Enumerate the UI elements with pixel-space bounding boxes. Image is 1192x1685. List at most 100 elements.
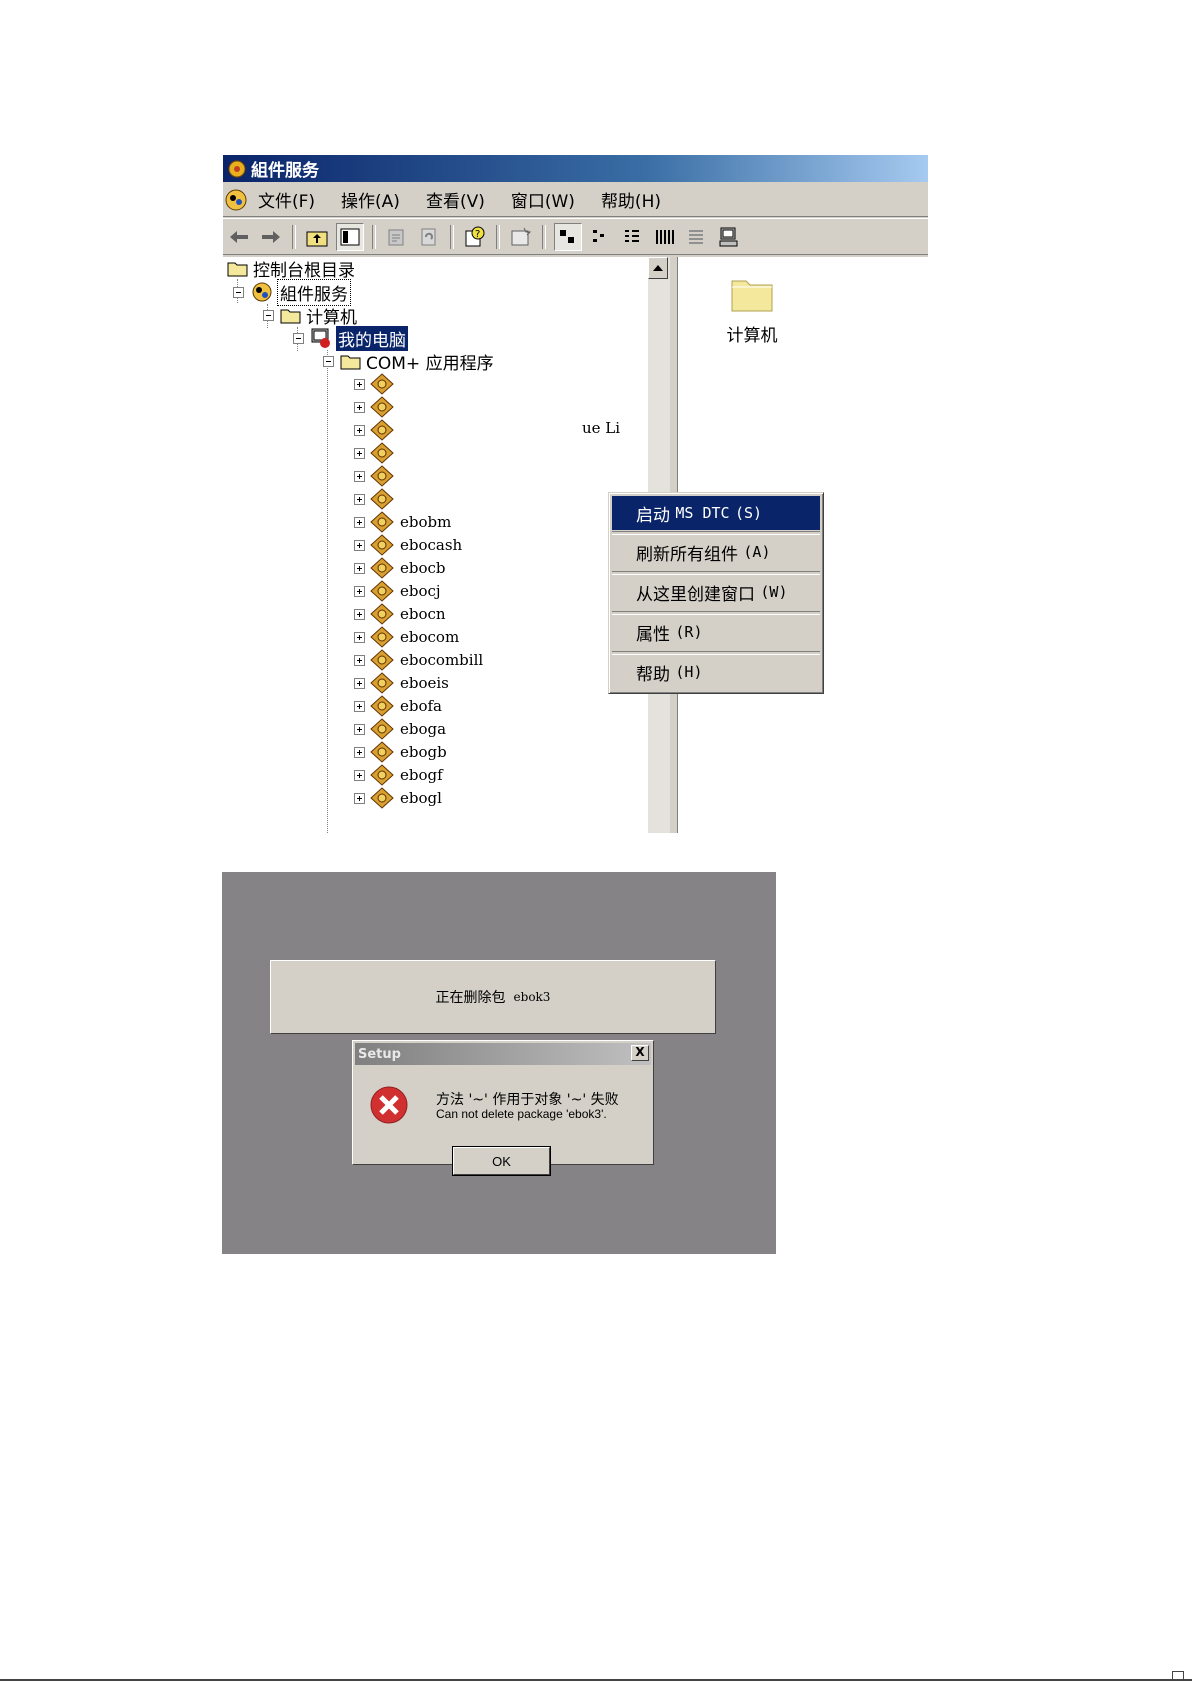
result-item-computers[interactable]: 计算机 <box>722 275 782 346</box>
scroll-up-button[interactable] <box>648 257 668 279</box>
expand-toggle[interactable] <box>354 769 365 781</box>
page-footer-mark <box>1172 1671 1184 1680</box>
menu-help[interactable]: 帮助(H) <box>601 187 661 212</box>
menu-view[interactable]: 查看(V) <box>426 187 485 212</box>
package-icon <box>370 511 394 533</box>
properties-icon[interactable] <box>384 224 410 250</box>
tree-item-component-services[interactable]: 組件服务 <box>233 278 351 306</box>
expand-toggle[interactable] <box>354 562 365 574</box>
error-icon <box>370 1086 408 1124</box>
window-title: 組件服务 <box>251 161 319 181</box>
package-icon <box>370 465 394 487</box>
tree-item-package[interactable]: ebogl <box>354 787 442 809</box>
up-folder-icon[interactable] <box>304 224 330 250</box>
expand-toggle[interactable] <box>354 746 365 758</box>
back-arrow-icon[interactable] <box>226 224 252 250</box>
collapse-toggle[interactable] <box>323 355 334 367</box>
tree-item-package[interactable] <box>354 488 394 510</box>
partial-app-name: ue Li <box>582 419 621 437</box>
collapse-toggle[interactable] <box>263 309 274 321</box>
collapse-toggle[interactable] <box>233 286 244 298</box>
progress-panel: 正在删除包 ebok3 <box>270 960 716 1034</box>
menu-window[interactable]: 窗口(W) <box>511 187 575 212</box>
expand-toggle[interactable] <box>354 677 365 689</box>
folder-icon <box>227 262 248 277</box>
component-services-window: 組件服务 文件(F) 操作(A) 查看(V) 窗口(W) 帮助(H) ? 控制台… <box>223 155 928 833</box>
expand-toggle[interactable] <box>354 700 365 712</box>
ok-button[interactable]: OK <box>452 1146 551 1176</box>
console-tree: 控制台根目录 組件服务 计算机 我的电脑 COM+ 应用程序 ue Li ebo… <box>223 257 649 833</box>
tree-item-package[interactable]: ebocb <box>354 557 446 579</box>
help-icon[interactable]: ? <box>462 224 488 250</box>
tree-item-package[interactable]: ebocj <box>354 580 441 602</box>
package-icon <box>370 603 394 625</box>
expand-toggle[interactable] <box>354 401 365 413</box>
package-icon <box>370 442 394 464</box>
menu-item-refresh-all[interactable]: 刷新所有组件 (A) <box>612 535 820 569</box>
close-button[interactable]: X <box>631 1045 649 1061</box>
package-icon <box>370 419 394 441</box>
package-icon <box>370 373 394 395</box>
expand-toggle[interactable] <box>354 654 365 666</box>
collapse-toggle[interactable] <box>293 332 304 344</box>
tree-item-package[interactable]: eboeis <box>354 672 449 694</box>
tree-item-package[interactable]: eboga <box>354 718 446 740</box>
tree-item-computers[interactable]: 计算机 <box>263 304 357 328</box>
tree-item-package[interactable]: ebocn <box>354 603 446 625</box>
expand-toggle[interactable] <box>354 516 365 528</box>
tree-item-package[interactable]: ebocash <box>354 534 462 556</box>
expand-toggle[interactable] <box>354 378 365 390</box>
menu-item-start-msdtc[interactable]: 启动 MS DTC (S) <box>612 496 820 530</box>
title-bar: 組件服务 <box>223 155 928 182</box>
expand-toggle[interactable] <box>354 723 365 735</box>
expand-toggle[interactable] <box>354 792 365 804</box>
tree-item-console-root[interactable]: 控制台根目录 <box>227 257 355 281</box>
app-menu-icon[interactable] <box>224 188 248 212</box>
expand-toggle[interactable] <box>354 585 365 597</box>
component-services-icon <box>228 160 246 177</box>
expand-toggle[interactable] <box>354 539 365 551</box>
close-icon: X <box>635 1045 645 1059</box>
tree-item-package[interactable]: ebofa <box>354 695 442 717</box>
large-icons-view-icon[interactable] <box>554 222 582 251</box>
new-window-icon[interactable] <box>508 224 534 250</box>
export-list-icon[interactable] <box>684 224 710 250</box>
show-hide-tree-icon[interactable] <box>336 222 364 251</box>
tree-item-package[interactable]: ebogb <box>354 741 447 763</box>
menu-item-properties[interactable]: 属性 (R) <box>612 615 820 649</box>
toolbar-separator <box>372 224 376 249</box>
expand-toggle[interactable] <box>354 493 365 505</box>
expand-toggle[interactable] <box>354 424 365 436</box>
error-message-en: Can not delete package 'ebok3'. <box>436 1107 607 1121</box>
tree-item-package[interactable] <box>354 373 394 395</box>
progress-text: 正在删除包 <box>435 990 506 1006</box>
setup-screen: 正在删除包 ebok3 Setup X 方法 '~' 作用于对象 '~' 失败 … <box>222 872 776 1254</box>
toolbar-separator <box>496 224 500 249</box>
tree-item-package[interactable]: ebocombill <box>354 649 483 671</box>
tree-item-package[interactable] <box>354 396 394 418</box>
detail-view-icon[interactable] <box>652 224 678 250</box>
menu-item-help[interactable]: 帮助 (H) <box>612 655 820 689</box>
tree-item-package[interactable]: ebogf <box>354 764 443 786</box>
expand-toggle[interactable] <box>354 631 365 643</box>
computer-icon[interactable] <box>716 224 742 250</box>
tree-item-package[interactable] <box>354 465 394 487</box>
expand-toggle[interactable] <box>354 470 365 482</box>
tree-item-package[interactable]: ebocom <box>354 626 459 648</box>
menu-action[interactable]: 操作(A) <box>341 187 400 212</box>
expand-toggle[interactable] <box>354 447 365 459</box>
tree-item-package[interactable] <box>354 419 394 441</box>
refresh-icon[interactable] <box>416 224 442 250</box>
tree-item-package[interactable]: ebobm <box>354 511 451 533</box>
package-icon <box>370 557 394 579</box>
context-menu: 启动 MS DTC (S) 刷新所有组件 (A) 从这里创建窗口 (W) 属性 … <box>608 492 824 694</box>
menu-file[interactable]: 文件(F) <box>258 187 315 212</box>
small-icons-view-icon[interactable] <box>588 224 614 250</box>
tree-item-my-computer[interactable]: 我的电脑 <box>293 325 408 351</box>
tree-item-package[interactable] <box>354 442 394 464</box>
expand-toggle[interactable] <box>354 608 365 620</box>
forward-arrow-icon[interactable] <box>258 224 284 250</box>
menu-item-new-window[interactable]: 从这里创建窗口 (W) <box>612 575 820 609</box>
list-view-icon[interactable] <box>620 224 646 250</box>
tree-item-com-applications[interactable]: COM+ 应用程序 <box>323 350 494 374</box>
